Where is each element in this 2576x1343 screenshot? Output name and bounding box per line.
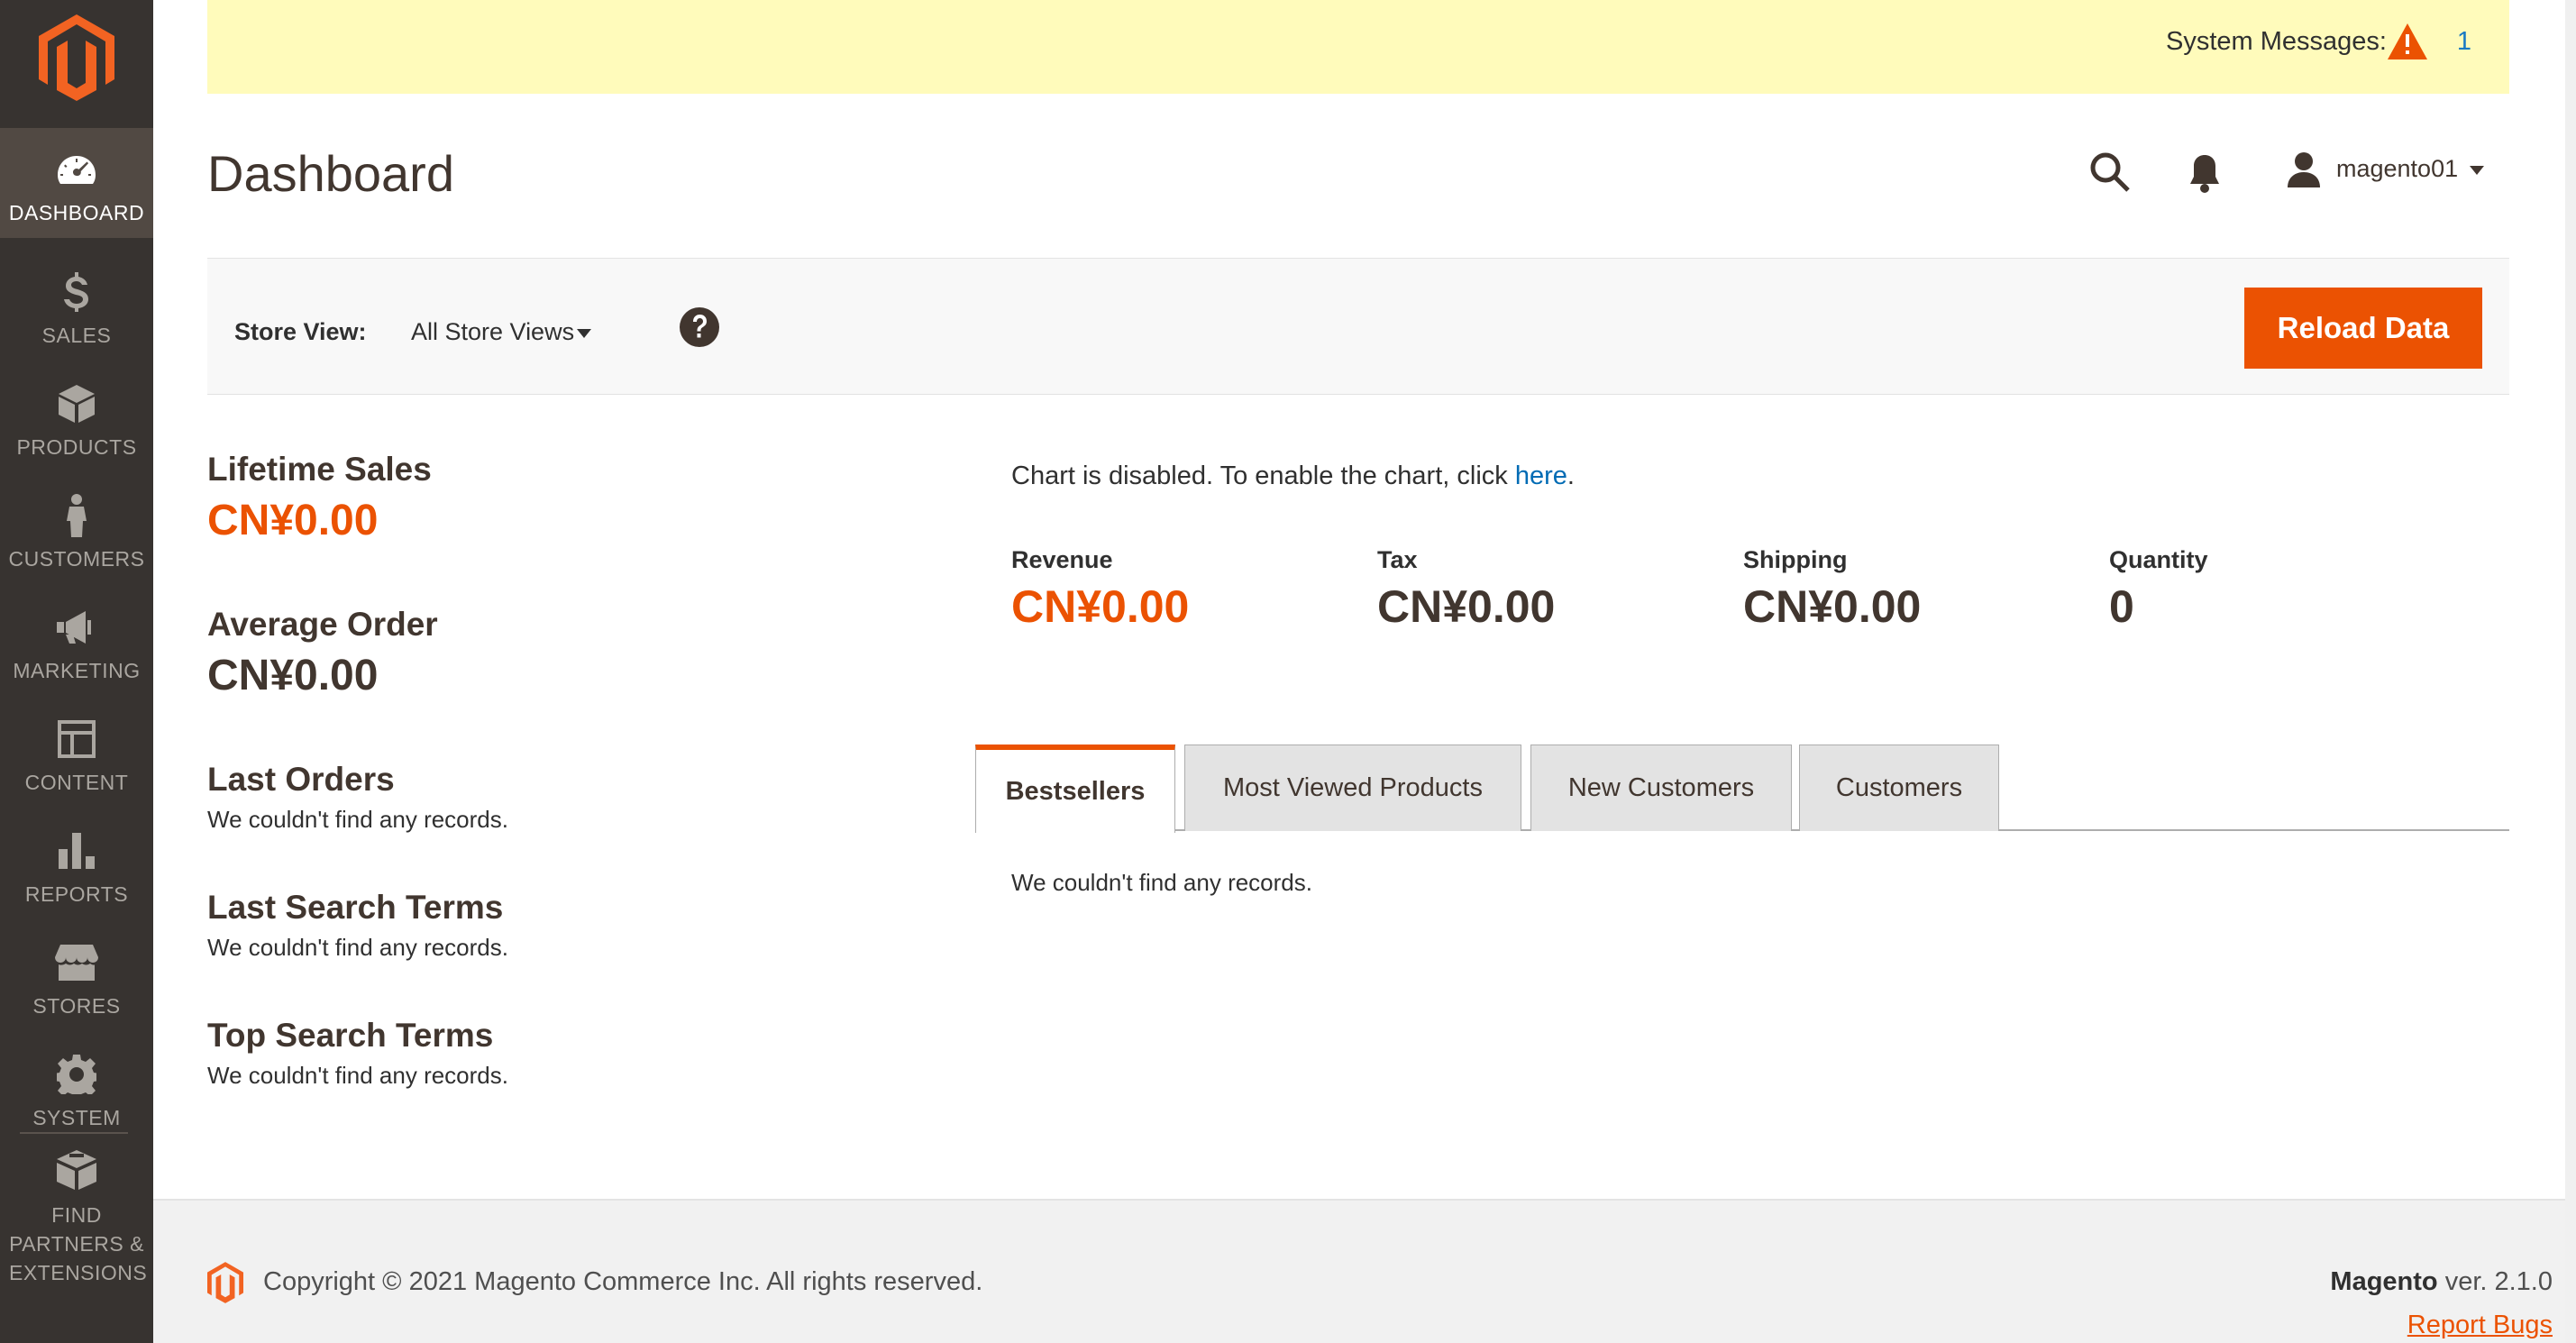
sidebar-item-label: CONTENT <box>24 771 129 794</box>
box-icon <box>59 385 95 423</box>
sidebar-item-content[interactable]: CONTENT <box>0 698 153 808</box>
last-search-terms-title: Last Search Terms <box>207 889 504 926</box>
magento-logo-icon[interactable] <box>39 14 114 101</box>
system-messages-bar: System Messages: 1 <box>207 0 2509 94</box>
store-view-dropdown[interactable]: All Store Views <box>411 318 574 346</box>
sidebar-item-label: SYSTEM <box>32 1106 121 1129</box>
report-bugs-link[interactable]: Report Bugs <box>2407 1311 2553 1340</box>
chart-disabled-period: . <box>1567 461 1575 490</box>
dollar-icon <box>64 272 88 312</box>
megaphone-icon <box>57 611 91 644</box>
magento-logo-icon <box>207 1262 243 1303</box>
last-orders-empty: We couldn't find any records. <box>207 806 508 833</box>
shipping-label: Shipping <box>1743 546 1848 573</box>
store-switcher-bar: Store View: All Store Views Reload Data <box>207 258 2509 395</box>
tab-most-viewed-products[interactable]: Most Viewed Products <box>1184 745 1521 831</box>
sidebar: DASHBOARD SALES PRODUCTS CUSTOMERS MARKE… <box>0 0 153 1343</box>
bar-chart-icon <box>59 833 95 869</box>
revenue-label: Revenue <box>1011 546 1113 573</box>
footer: Copyright © 2021 Magento Commerce Inc. A… <box>153 1199 2565 1343</box>
tab-new-customers[interactable]: New Customers <box>1530 745 1792 831</box>
extensions-box-icon <box>57 1150 96 1190</box>
quantity-value: 0 <box>2109 581 2134 632</box>
sidebar-item-label: MARKETING <box>13 659 141 682</box>
bell-icon[interactable] <box>2188 153 2221 193</box>
search-icon[interactable] <box>2089 151 2131 193</box>
sidebar-item-system[interactable]: SYSTEM <box>0 1033 153 1143</box>
footer-version-number: ver. 2.1.0 <box>2437 1267 2553 1296</box>
account-username[interactable]: magento01 <box>2336 155 2458 183</box>
footer-copyright: Copyright © 2021 Magento Commerce Inc. A… <box>263 1267 983 1296</box>
sidebar-item-marketing[interactable]: MARKETING <box>0 586 153 696</box>
sidebar-item-label: FIND PARTNERS & EXTENSIONS <box>9 1203 148 1284</box>
sidebar-item-label: SALES <box>41 324 112 347</box>
sidebar-item-reports[interactable]: REPORTS <box>0 809 153 919</box>
tab-customers[interactable]: Customers <box>1799 745 1999 831</box>
sidebar-item-label: STORES <box>32 994 121 1018</box>
system-messages-count[interactable]: 1 <box>2457 27 2471 57</box>
help-icon[interactable] <box>680 307 719 347</box>
sidebar-item-label: REPORTS <box>24 882 129 906</box>
sidebar-divider <box>20 1132 128 1134</box>
lifetime-sales-value: CN¥0.00 <box>207 497 379 544</box>
sidebar-item-label: PRODUCTS <box>16 435 137 459</box>
tax-label: Tax <box>1377 546 1418 573</box>
average-order-title: Average Order <box>207 606 438 643</box>
top-search-terms-empty: We couldn't find any records. <box>207 1062 508 1089</box>
sidebar-item-dashboard[interactable]: DASHBOARD <box>0 128 153 238</box>
quantity-label: Quantity <box>2109 546 2208 573</box>
lifetime-sales-title: Lifetime Sales <box>207 451 432 488</box>
window-edge <box>2565 0 2576 1343</box>
system-messages-label: System Messages: <box>2166 27 2387 56</box>
top-search-terms-title: Top Search Terms <box>207 1017 494 1054</box>
footer-brand: Magento <box>2330 1267 2438 1296</box>
store-view-label: Store View: <box>234 318 367 345</box>
gear-icon <box>57 1055 96 1094</box>
sidebar-item-find-partners[interactable]: FIND PARTNERS & EXTENSIONS <box>0 1145 153 1298</box>
user-icon[interactable] <box>2286 151 2322 187</box>
dashboard-gauge-icon <box>58 156 96 184</box>
tab-bestsellers[interactable]: Bestsellers <box>975 745 1175 833</box>
chevron-down-icon[interactable] <box>577 329 591 338</box>
enable-chart-link[interactable]: here <box>1515 461 1567 490</box>
average-order-value: CN¥0.00 <box>207 652 379 699</box>
layout-icon <box>58 720 96 758</box>
sidebar-item-sales[interactable]: SALES <box>0 251 153 361</box>
revenue-value: CN¥0.00 <box>1011 581 1190 632</box>
tax-value: CN¥0.00 <box>1377 581 1556 632</box>
chart-disabled-text: Chart is disabled. To enable the chart, … <box>1011 461 1515 490</box>
sidebar-item-stores[interactable]: STORES <box>0 921 153 1031</box>
sidebar-item-products[interactable]: PRODUCTS <box>0 362 153 472</box>
footer-version: Magento ver. 2.1.0 <box>2330 1267 2553 1297</box>
last-orders-title: Last Orders <box>207 761 395 798</box>
storefront-icon <box>55 945 98 981</box>
warning-icon[interactable] <box>2388 23 2427 59</box>
reload-data-button[interactable]: Reload Data <box>2244 288 2482 369</box>
page-title: Dashboard <box>207 145 454 202</box>
chart-disabled-message: Chart is disabled. To enable the chart, … <box>1011 461 1575 491</box>
sidebar-item-label: CUSTOMERS <box>8 547 145 571</box>
shipping-value: CN¥0.00 <box>1743 581 1922 632</box>
person-icon <box>67 494 87 537</box>
chevron-down-icon[interactable] <box>2470 166 2484 175</box>
last-search-terms-empty: We couldn't find any records. <box>207 934 508 961</box>
sidebar-item-label: DASHBOARD <box>8 201 145 224</box>
sidebar-item-customers[interactable]: CUSTOMERS <box>0 474 153 584</box>
tab-empty-message: We couldn't find any records. <box>1011 869 1312 896</box>
